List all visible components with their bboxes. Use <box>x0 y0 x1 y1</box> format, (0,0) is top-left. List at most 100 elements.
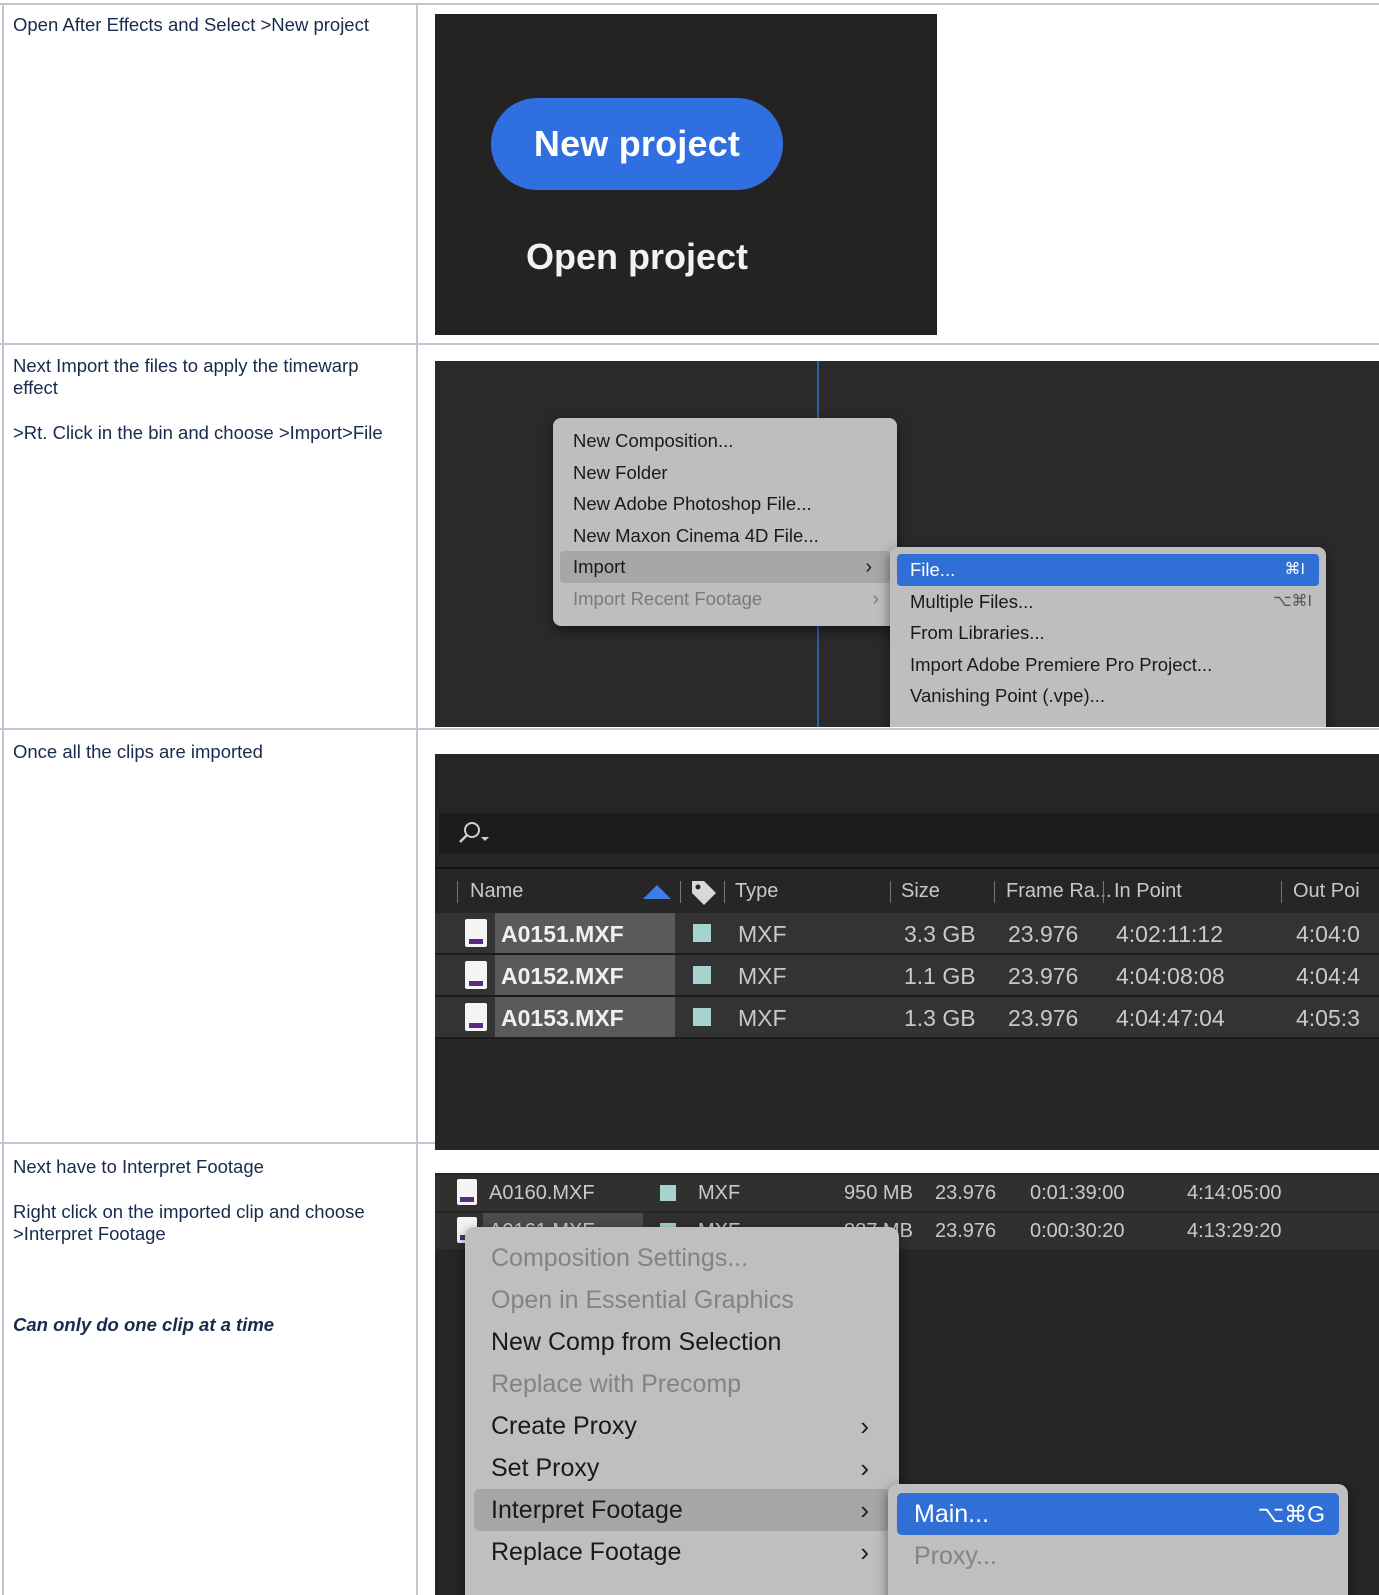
submenu-item-multiple-files-label: Multiple Files... <box>910 591 1034 612</box>
menu-item-replace-with-precomp[interactable]: Replace with Precomp <box>465 1363 899 1405</box>
menu-item-replace-footage-label: Replace Footage <box>491 1538 682 1566</box>
menu-item-set-proxy-label: Set Proxy <box>491 1454 600 1482</box>
menu-item-new-cinema4d-file[interactable]: New Maxon Cinema 4D File... <box>553 520 897 552</box>
column-divider <box>1103 881 1104 903</box>
interpret-footage-submenu: Main... ⌥⌘G Proxy... <box>888 1484 1348 1595</box>
clip-frame-rate: 23.976 <box>1008 921 1079 947</box>
menu-item-new-folder[interactable]: New Folder <box>553 457 897 489</box>
label-color-swatch[interactable] <box>693 924 711 942</box>
label-color-swatch[interactable] <box>693 966 711 984</box>
chevron-right-icon: › <box>860 1537 869 1567</box>
clip-in-point: 4:04:47:04 <box>1116 1005 1225 1031</box>
screenshot-import-menu: New Composition... New Folder New Adobe … <box>435 361 1379 727</box>
menu-item-open-essential-graphics[interactable]: Open in Essential Graphics <box>465 1279 899 1321</box>
search-input[interactable] <box>439 813 1379 853</box>
clip-type: MXF <box>738 963 787 989</box>
menu-item-import-recent-footage[interactable]: Import Recent Footage › <box>553 583 897 615</box>
clip-duration: 0:00:30:20 <box>1030 1220 1125 1242</box>
column-name[interactable]: Name <box>470 869 523 913</box>
clip-name[interactable]: A0152.MXF <box>501 955 624 995</box>
step-1-text: Open After Effects and Select >New proje… <box>13 14 369 35</box>
menu-item-interpret-footage-label: Interpret Footage <box>491 1496 683 1524</box>
step-2-text-line2: effect <box>13 377 58 398</box>
table-row[interactable]: A0160.MXF MXF 950 MB 23.976 0:01:39:00 4… <box>435 1175 1379 1211</box>
step-4-note: Can only do one clip at a time <box>13 1314 275 1335</box>
menu-item-composition-settings[interactable]: Composition Settings... <box>465 1237 899 1279</box>
submenu-item-proxy[interactable]: Proxy... <box>888 1535 1348 1577</box>
new-project-button[interactable]: New project <box>491 98 783 190</box>
menu-item-import[interactable]: Import › <box>560 551 890 583</box>
column-out-point[interactable]: Out Poi <box>1293 869 1360 913</box>
column-divider <box>994 881 995 903</box>
clip-type: MXF <box>698 1182 741 1204</box>
file-icon <box>465 919 487 947</box>
table-border-row1 <box>0 343 1379 345</box>
menu-item-set-proxy[interactable]: Set Proxy › <box>465 1447 899 1489</box>
table-border-mid <box>416 3 418 1595</box>
chevron-right-icon: › <box>865 556 872 578</box>
sort-up-icon[interactable] <box>643 885 671 899</box>
menu-item-replace-footage[interactable]: Replace Footage › <box>465 1531 899 1573</box>
column-frame-rate[interactable]: Frame Ra... <box>1006 869 1112 913</box>
clip-out-point: 4:04:4 <box>1296 963 1360 989</box>
submenu-item-multiple-files[interactable]: Multiple Files... ⌥⌘I <box>890 586 1326 618</box>
clip-size: 1.1 GB <box>904 963 976 989</box>
column-divider <box>680 881 681 903</box>
menu-item-import-recent-label: Import Recent Footage <box>573 588 763 609</box>
clip-frame-rate: 23.976 <box>1008 963 1079 989</box>
menu-item-new-photoshop-file[interactable]: New Adobe Photoshop File... <box>553 488 897 520</box>
clip-frame-rate: 23.976 <box>935 1182 997 1204</box>
clip-type: MXF <box>738 1005 787 1031</box>
column-size[interactable]: Size <box>901 869 940 913</box>
chevron-right-icon: › <box>872 588 879 610</box>
context-menu: New Composition... New Folder New Adobe … <box>553 418 897 626</box>
clip-out-point: 4:05:3 <box>1296 1005 1360 1031</box>
label-color-swatch[interactable] <box>660 1185 676 1201</box>
submenu-item-file[interactable]: File... ⌘I <box>897 554 1319 586</box>
menu-item-interpret-footage[interactable]: Interpret Footage › <box>474 1489 890 1531</box>
clip-in-point: 4:02:11:12 <box>1116 921 1224 947</box>
table-row[interactable]: A0151.MXF MXF 3.3 GB 23.976 4:02:11:12 4… <box>435 913 1379 955</box>
submenu-item-file-shortcut: ⌘I <box>1284 561 1305 578</box>
column-divider <box>1281 881 1282 903</box>
file-icon <box>465 1003 487 1031</box>
open-project-button[interactable]: Open project <box>491 222 783 292</box>
clip-frame-rate: 23.976 <box>935 1220 997 1242</box>
clip-size: 1.3 GB <box>904 1005 976 1031</box>
menu-item-create-proxy[interactable]: Create Proxy › <box>465 1405 899 1447</box>
table-row[interactable]: A0152.MXF MXF 1.1 GB 23.976 4:04:08:08 4… <box>435 955 1379 997</box>
column-type[interactable]: Type <box>735 869 778 913</box>
step-4-text-line3: >Interpret Footage <box>13 1223 166 1244</box>
chevron-right-icon: › <box>860 1453 869 1483</box>
table-row[interactable]: A0153.MXF MXF 1.3 GB 23.976 4:04:47:04 4… <box>435 997 1379 1039</box>
clip-out-point: 4:14:05:00 <box>1187 1182 1282 1204</box>
clip-in-point: 4:04:08:08 <box>1116 963 1225 989</box>
table-border-top <box>0 3 1379 5</box>
label-color-swatch[interactable] <box>693 1008 711 1026</box>
submenu-item-multiple-files-shortcut: ⌥⌘I <box>1273 593 1312 610</box>
tag-icon[interactable] <box>690 879 718 905</box>
menu-item-new-composition[interactable]: New Composition... <box>553 425 897 457</box>
column-divider <box>724 881 725 903</box>
search-icon[interactable] <box>453 819 493 847</box>
submenu-item-premiere-project[interactable]: Import Adobe Premiere Pro Project... <box>890 649 1326 681</box>
submenu-item-from-libraries[interactable]: From Libraries... <box>890 617 1326 649</box>
clip-name[interactable]: A0153.MXF <box>501 997 624 1037</box>
column-in-point[interactable]: In Point <box>1114 869 1182 913</box>
clip-size: 3.3 GB <box>904 921 976 947</box>
step-2-text-line3: >Rt. Click in the bin and choose >Import… <box>13 422 383 443</box>
step-4-text-line2: Right click on the imported clip and cho… <box>13 1201 365 1222</box>
chevron-right-icon: › <box>860 1495 869 1525</box>
column-divider <box>457 881 458 903</box>
clip-name[interactable]: A0160.MXF <box>489 1175 595 1211</box>
submenu-item-vanishing-point[interactable]: Vanishing Point (.vpe)... <box>890 680 1326 712</box>
screenshot-interpret-footage-menu: A0160.MXF MXF 950 MB 23.976 0:01:39:00 4… <box>435 1173 1379 1595</box>
column-header-row: Name Type Size Frame Ra... In Point Out … <box>435 867 1379 915</box>
clip-name[interactable]: A0151.MXF <box>501 913 624 953</box>
submenu-item-main-label: Main... <box>914 1500 990 1528</box>
submenu-item-main[interactable]: Main... ⌥⌘G <box>897 1493 1339 1535</box>
screenshot-start-screen: New project Open project <box>435 14 937 335</box>
menu-item-new-comp-from-selection[interactable]: New Comp from Selection <box>465 1321 899 1363</box>
file-icon <box>465 961 487 989</box>
submenu-item-file-label: File... <box>910 559 956 580</box>
